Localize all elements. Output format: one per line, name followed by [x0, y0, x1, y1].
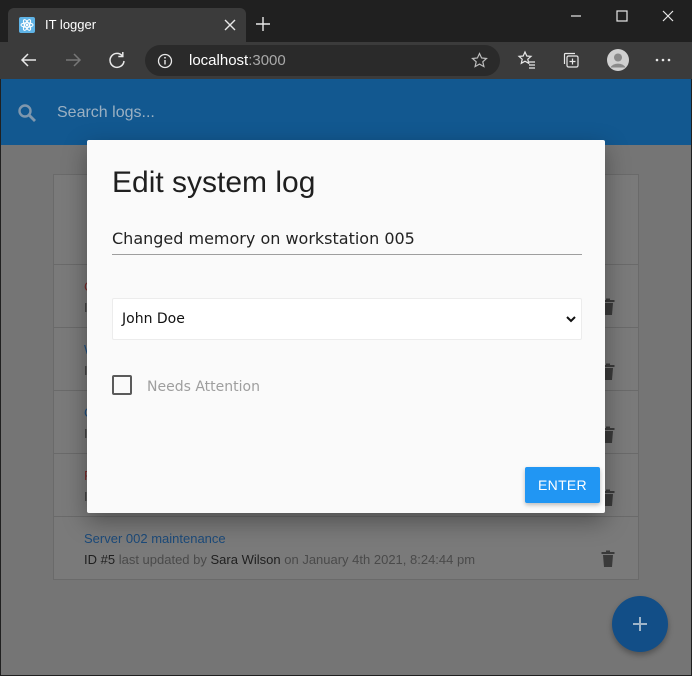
search-input[interactable] [57, 101, 657, 125]
more-horizontal-icon[interactable] [653, 50, 673, 70]
avatar-icon[interactable] [606, 48, 630, 72]
list-item: Server 002 maintenance ID #5 last update… [54, 516, 638, 580]
close-icon[interactable] [222, 17, 238, 33]
chevron-down-icon [566, 316, 576, 323]
modal-title: Edit system log [112, 166, 316, 199]
arrow-right-icon[interactable] [63, 50, 83, 70]
list-item-title[interactable]: Server 002 maintenance [84, 531, 226, 547]
arrow-left-icon[interactable] [19, 50, 39, 70]
attention-checkbox[interactable] [112, 375, 132, 395]
star-icon[interactable] [471, 52, 488, 69]
collections-icon[interactable] [561, 50, 581, 70]
window-close-icon[interactable] [658, 6, 678, 26]
on-label: on [284, 552, 299, 567]
list-item-meta: ID #5 last updated by Sara Wilson on Jan… [84, 552, 475, 568]
browser-tab[interactable]: IT logger [8, 8, 246, 42]
page-viewport: C I W I C I P I Server 002 maintenance I… [1, 79, 691, 675]
address-host: localhost [189, 52, 249, 69]
edit-log-modal: Edit system log John Doe Needs Attention… [87, 140, 605, 513]
technician-selected-value: John Doe [122, 311, 185, 327]
address-bar[interactable]: localhost:3000 [145, 45, 500, 76]
minimize-icon[interactable] [566, 6, 586, 26]
technician-select[interactable]: John Doe [112, 298, 582, 340]
message-input[interactable] [112, 223, 582, 255]
address-port: :3000 [248, 52, 286, 69]
browser-toolbar: localhost:3000 [0, 42, 692, 79]
log-tech: Sara Wilson [210, 552, 281, 567]
add-log-button[interactable] [612, 596, 668, 652]
trash-icon[interactable] [600, 550, 616, 568]
plus-icon [633, 617, 647, 631]
maximize-icon[interactable] [612, 6, 632, 26]
new-tab-icon[interactable] [255, 16, 271, 32]
enter-button[interactable]: ENTER [525, 467, 600, 503]
updated-by-label: last updated by [118, 552, 207, 567]
search-icon [18, 104, 36, 122]
search-bar [1, 79, 691, 145]
react-atom-icon [19, 17, 35, 33]
info-icon[interactable] [157, 53, 173, 69]
log-date: January 4th 2021, 8:24:44 pm [302, 552, 476, 567]
tab-title: IT logger [45, 17, 97, 32]
attention-label: Needs Attention [147, 379, 260, 395]
refresh-icon[interactable] [107, 50, 127, 70]
browser-titlebar: IT logger [0, 0, 692, 42]
address-text: localhost:3000 [189, 52, 286, 70]
log-id: ID #5 [84, 552, 116, 567]
favorites-icon[interactable] [517, 50, 537, 70]
